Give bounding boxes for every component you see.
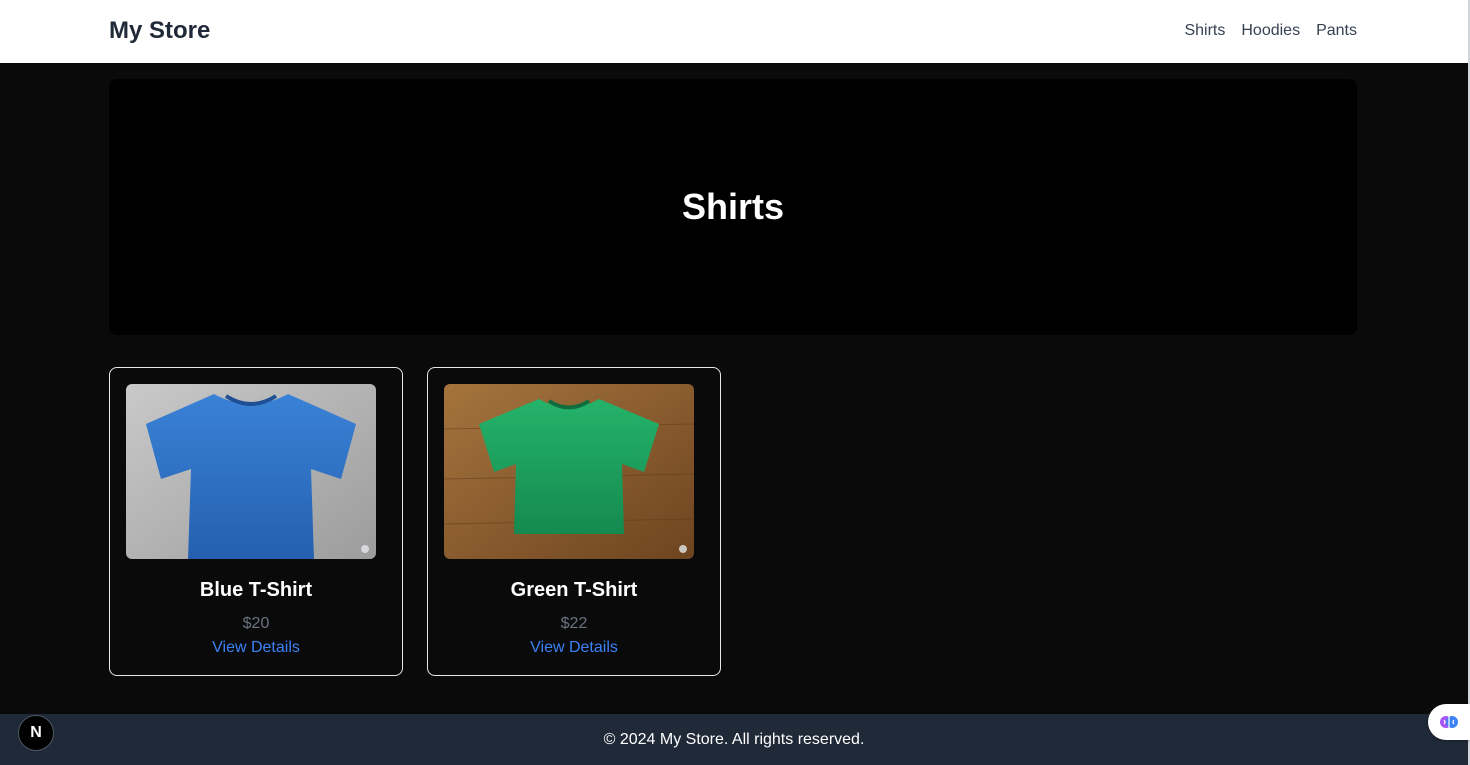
category-title: Shirts: [681, 186, 785, 227]
copyright-text: © 2024 My Store. All rights reserved.: [603, 730, 865, 748]
store-logo-text[interactable]: My Store: [109, 16, 210, 46]
product-price: $22: [560, 615, 588, 632]
product-price: $20: [242, 615, 270, 632]
browser-extension-tab[interactable]: [1428, 704, 1470, 740]
product-name: Green T-Shirt: [510, 579, 638, 601]
brain-icon: [1440, 716, 1458, 728]
product-card[interactable]: Green T-Shirt $22 View Details: [427, 367, 721, 676]
site-footer: © 2024 My Store. All rights reserved.: [0, 714, 1468, 765]
view-details-link[interactable]: View Details: [428, 638, 720, 658]
nextjs-logo-letter: N: [30, 724, 42, 741]
nav-link-shirts[interactable]: Shirts: [1184, 20, 1225, 42]
blue-tshirt-image: [126, 384, 376, 559]
site-header: My Store Shirts Hoodies Pants: [0, 0, 1468, 63]
view-details-link[interactable]: View Details: [110, 638, 402, 658]
nav-link-hoodies[interactable]: Hoodies: [1241, 20, 1300, 42]
product-name: Blue T-Shirt: [199, 579, 313, 601]
product-image-blue-tshirt[interactable]: [126, 384, 376, 559]
green-tshirt-image: [444, 384, 694, 559]
category-hero: Shirts: [109, 79, 1357, 335]
product-image-green-tshirt[interactable]: [444, 384, 694, 559]
nextjs-dev-indicator-icon[interactable]: N: [18, 715, 54, 751]
product-card[interactable]: Blue T-Shirt $20 View Details: [109, 367, 403, 676]
main-nav: Shirts Hoodies Pants: [1184, 20, 1357, 42]
nav-link-pants[interactable]: Pants: [1316, 20, 1357, 42]
